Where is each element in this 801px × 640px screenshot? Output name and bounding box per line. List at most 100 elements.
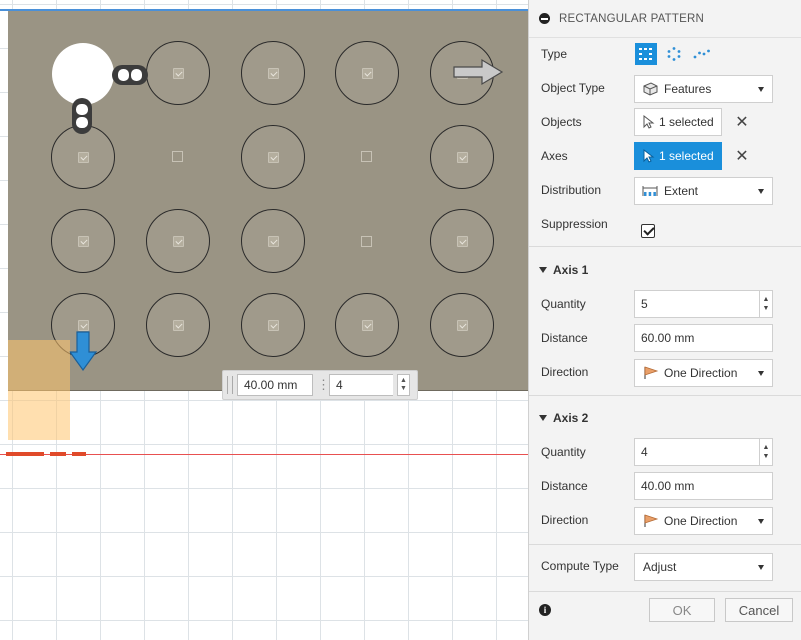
object-type-dropdown[interactable]: Features xyxy=(634,75,773,103)
footer-divider xyxy=(529,591,801,592)
path-pattern-type-icon[interactable] xyxy=(691,43,713,65)
quantity-spinner[interactable]: ▲ ▼ xyxy=(397,374,410,396)
axis2-quantity-label: Quantity xyxy=(541,445,586,459)
left-chevron-icon xyxy=(118,69,129,81)
pattern-instance[interactable] xyxy=(430,125,494,189)
suppression-checkbox[interactable] xyxy=(641,224,655,238)
ok-button[interactable]: OK xyxy=(649,598,715,622)
cursor-icon xyxy=(643,149,655,163)
pattern-instance[interactable] xyxy=(146,293,210,357)
axis2-direction-label: Direction xyxy=(541,513,589,527)
axis2-direction-row: Direction One Direction xyxy=(529,505,801,535)
axis2-quantity-spinner[interactable]: ▲ ▼ xyxy=(759,439,772,465)
axis1-direction-label: Direction xyxy=(541,365,589,379)
objects-select-button[interactable]: 1 selected xyxy=(634,108,722,136)
pattern-instance[interactable] xyxy=(241,209,305,273)
section-divider xyxy=(529,544,801,545)
features-icon xyxy=(643,82,658,96)
pattern-instance[interactable] xyxy=(241,41,305,105)
modeling-canvas[interactable]: 40.00 mm ⋮ 4 ▲ ▼ xyxy=(0,0,528,640)
more-options-icon[interactable]: ⋮ xyxy=(317,374,330,396)
axis2-distance-input[interactable]: 40.00 mm xyxy=(634,472,773,500)
chevron-down-icon xyxy=(758,371,764,376)
pattern-instance[interactable] xyxy=(430,209,494,273)
instance-checkbox[interactable] xyxy=(268,152,279,163)
pattern-instance[interactable] xyxy=(51,125,115,189)
object-type-value: Features xyxy=(664,82,712,96)
instance-checkbox[interactable] xyxy=(173,320,184,331)
axis1-direction-row: Direction One Direction xyxy=(529,357,801,387)
axis1-direction-dropdown[interactable]: One Direction xyxy=(634,359,773,387)
pattern-instance[interactable] xyxy=(241,293,305,357)
selection-highlight xyxy=(8,340,70,440)
suppressed-instance-checkbox[interactable] xyxy=(172,151,183,162)
instance-checkbox[interactable] xyxy=(268,320,279,331)
vertical-resize-handle[interactable] xyxy=(72,98,92,134)
instance-checkbox[interactable] xyxy=(173,68,184,79)
inline-quantity-input[interactable]: 4 xyxy=(329,374,393,396)
inline-distance-input[interactable]: 40.00 mm xyxy=(237,374,313,396)
suppressed-instance-checkbox[interactable] xyxy=(361,151,372,162)
clear-axes-icon[interactable]: ✕ xyxy=(735,146,749,166)
chevron-down-icon xyxy=(758,87,764,92)
collapse-triangle-icon xyxy=(539,415,547,421)
suppressed-instance-checkbox[interactable] xyxy=(361,236,372,247)
distribution-dropdown[interactable]: Extent xyxy=(634,177,773,205)
pattern-instance[interactable] xyxy=(335,293,399,357)
rectangular-pattern-type-icon[interactable] xyxy=(635,43,657,65)
instance-checkbox[interactable] xyxy=(78,152,89,163)
pattern-instance[interactable] xyxy=(430,293,494,357)
axis2-section-header[interactable]: Axis 2 xyxy=(529,403,801,433)
pattern-instance[interactable] xyxy=(146,209,210,273)
axis2-distance-row: Distance 40.00 mm xyxy=(529,471,801,501)
instance-checkbox[interactable] xyxy=(268,68,279,79)
cancel-button[interactable]: Cancel xyxy=(725,598,793,622)
pattern-instance[interactable] xyxy=(146,41,210,105)
clear-objects-icon[interactable]: ✕ xyxy=(735,112,749,132)
axis1-direction-value: One Direction xyxy=(664,366,738,380)
type-label: Type xyxy=(541,47,568,61)
instance-checkbox[interactable] xyxy=(362,320,373,331)
up-chevron-icon xyxy=(76,104,88,115)
chevron-down-icon xyxy=(758,189,764,194)
pattern-instance[interactable] xyxy=(241,125,305,189)
compute-type-dropdown[interactable]: Adjust xyxy=(634,553,773,581)
pattern-instance[interactable] xyxy=(51,209,115,273)
axis2-quantity-input[interactable]: 4 ▲ ▼ xyxy=(634,438,773,466)
instance-checkbox[interactable] xyxy=(78,236,89,247)
panel-header: RECTANGULAR PATTERN xyxy=(529,0,801,38)
axis1-distance-input[interactable]: 60.00 mm xyxy=(634,324,773,352)
pattern-instance[interactable] xyxy=(335,41,399,105)
drag-grip[interactable] xyxy=(227,376,233,394)
instance-checkbox[interactable] xyxy=(268,236,279,247)
axis2-direction-dropdown[interactable]: One Direction xyxy=(634,507,773,535)
seed-feature[interactable] xyxy=(52,43,114,105)
chevron-down-icon xyxy=(758,565,764,570)
panel-title: RECTANGULAR PATTERN xyxy=(559,12,705,25)
axis1-quantity-spinner[interactable]: ▲ ▼ xyxy=(759,291,772,317)
info-icon[interactable]: i xyxy=(539,604,551,616)
circular-pattern-type-icon[interactable] xyxy=(663,43,685,65)
instance-checkbox[interactable] xyxy=(457,236,468,247)
axis1-quantity-row: Quantity 5 ▲ ▼ xyxy=(529,289,801,319)
axis2-distance-label: Distance xyxy=(541,479,588,493)
horizontal-resize-handle[interactable] xyxy=(112,65,148,85)
axis2-direction-arrow-icon[interactable] xyxy=(68,330,98,372)
axis1-section-header[interactable]: Axis 1 xyxy=(529,255,801,285)
axis1-quantity-input[interactable]: 5 ▲ ▼ xyxy=(634,290,773,318)
instance-checkbox[interactable] xyxy=(362,68,373,79)
objects-row: Objects 1 selected ✕ xyxy=(529,107,801,137)
instance-checkbox[interactable] xyxy=(173,236,184,247)
compute-type-value: Adjust xyxy=(643,560,677,574)
axes-label: Axes xyxy=(541,149,568,163)
collapse-icon[interactable] xyxy=(539,13,550,24)
axis2-quantity-value: 4 xyxy=(641,445,648,459)
instance-checkbox[interactable] xyxy=(457,320,468,331)
compute-type-label: Compute Type xyxy=(541,559,619,573)
axis1-title: Axis 1 xyxy=(553,263,589,277)
axis1-direction-arrow-icon[interactable] xyxy=(452,58,504,86)
one-direction-icon xyxy=(644,366,659,379)
axes-select-button[interactable]: 1 selected xyxy=(634,142,722,170)
instance-checkbox[interactable] xyxy=(457,152,468,163)
objects-value: 1 selected xyxy=(659,115,714,129)
